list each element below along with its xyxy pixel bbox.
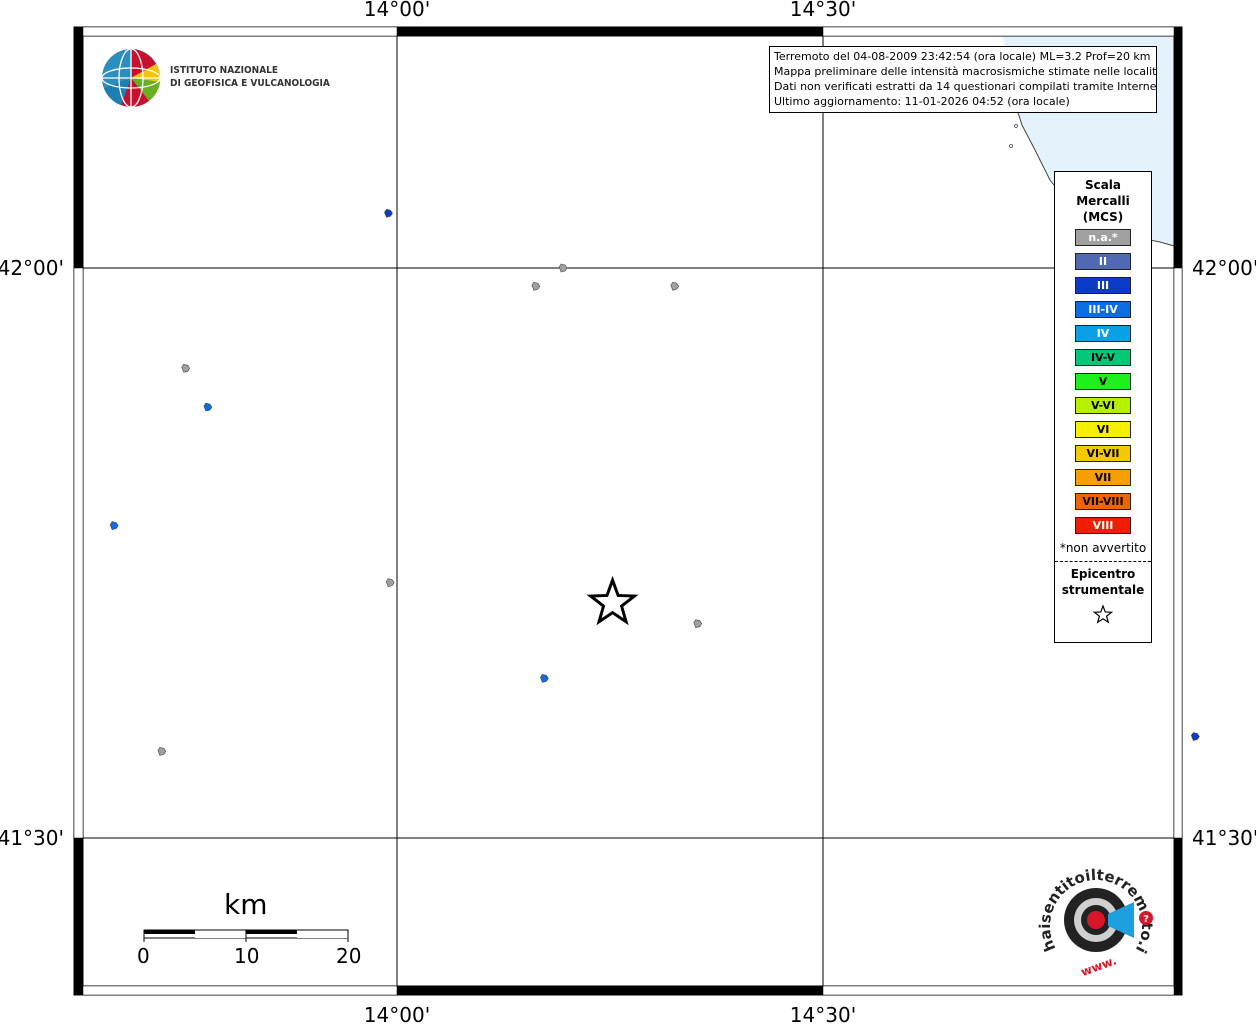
lat-tick-label-left: 41°30' xyxy=(0,826,64,850)
locality-marker xyxy=(670,281,680,291)
locality-marker xyxy=(558,263,568,273)
legend-swatch: III xyxy=(1075,277,1131,294)
lon-tick-label-top: 14°00' xyxy=(364,0,430,21)
legend-title-line: (MCS) xyxy=(1082,210,1124,224)
legend-title: Scala Mercalli (MCS) xyxy=(1055,177,1151,225)
event-info-box: Terremoto del 04-08-2009 23:42:54 (ora l… xyxy=(769,46,1157,113)
localities-layer xyxy=(109,208,1200,756)
scale-bar-label: 10 xyxy=(234,944,260,968)
lat-tick-label-right: 42°00' xyxy=(1192,256,1256,280)
locality-marker xyxy=(203,402,213,412)
locality-marker xyxy=(109,521,119,530)
legend-swatch: VI xyxy=(1075,421,1131,438)
epicentre-legend-line: Epicentro xyxy=(1070,567,1136,581)
epicentre-legend-title: Epicentro strumentale xyxy=(1055,566,1151,598)
svg-text:?: ? xyxy=(1143,914,1149,925)
scale-bar-label: 20 xyxy=(336,944,362,968)
legend-title-line: Mercalli xyxy=(1076,194,1130,208)
haisentitoilterremoto-logo: haisentitoilterremoto.it ? www. xyxy=(1030,858,1156,979)
legend-swatch: VII-VIII xyxy=(1075,493,1131,510)
scale-bar xyxy=(143,929,349,942)
event-info-line: Ultimo aggiornamento: 11-01-2026 04:52 (… xyxy=(774,95,1070,108)
scale-bar-title: km xyxy=(224,888,268,921)
legend-swatch: III-IV xyxy=(1075,301,1131,318)
legend-swatch: IV-V xyxy=(1075,349,1131,366)
graticule xyxy=(83,36,1174,986)
ingv-logo-text: ISTITUTO NAZIONALE DI GEOFISICA E VULCAN… xyxy=(170,64,330,90)
locality-marker xyxy=(531,281,541,291)
lon-tick-label-bottom: 14°30' xyxy=(790,1003,856,1024)
legend-swatch: n.a.* xyxy=(1075,229,1131,246)
ingv-logo-line: ISTITUTO NAZIONALE xyxy=(170,65,279,76)
mcs-legend: Scala Mercalli (MCS) n.a.* II III III-IV IV I… xyxy=(1054,171,1152,643)
map-frame xyxy=(73,26,1183,996)
legend-title-line: Scala xyxy=(1084,178,1122,192)
legend-separator xyxy=(1055,561,1151,562)
legend-swatch: VII xyxy=(1075,469,1131,486)
islet xyxy=(1009,144,1013,148)
legend-swatch: IV xyxy=(1075,325,1131,342)
locality-marker xyxy=(693,619,703,629)
locality-marker xyxy=(384,208,393,218)
locality-marker xyxy=(181,363,191,373)
epicentre-legend-line: strumentale xyxy=(1061,583,1145,597)
legend-note: *non avvertito xyxy=(1059,541,1147,555)
epicentre-legend-star-icon xyxy=(1055,604,1151,630)
lon-tick-label-bottom: 14°00' xyxy=(364,1003,430,1024)
epicentre-layer xyxy=(586,575,639,626)
ingv-logo-line: DI GEOFISICA E VULCANOLOGIA xyxy=(170,78,330,89)
scale-bar-label: 0 xyxy=(137,944,150,968)
locality-marker xyxy=(1190,732,1200,741)
legend-swatch: V xyxy=(1075,373,1131,390)
legend-swatches: n.a.* II III III-IV IV IV-V V V-VI VI VI-VII VII VI… xyxy=(1055,229,1151,534)
svg-text:www.: www. xyxy=(1079,953,1119,979)
legend-swatch: VIII xyxy=(1075,517,1131,534)
lat-tick-label-right: 41°30' xyxy=(1192,826,1256,850)
locality-marker xyxy=(540,674,549,683)
epicentre-star-icon xyxy=(586,575,639,626)
lat-tick-label-left: 42°00' xyxy=(0,256,64,280)
locality-marker xyxy=(157,747,167,756)
event-info-line: Dati non verificati estratti da 14 quest… xyxy=(774,80,1157,93)
event-info-line: Terremoto del 04-08-2009 23:42:54 (ora l… xyxy=(774,50,1151,63)
lon-tick-label-top: 14°30' xyxy=(790,0,856,21)
legend-swatch: II xyxy=(1075,253,1131,270)
legend-swatch: VI-VII xyxy=(1075,445,1131,462)
legend-swatch: V-VI xyxy=(1075,397,1131,414)
locality-marker xyxy=(385,578,395,587)
islet xyxy=(1014,124,1018,128)
event-info-line: Mappa preliminare delle intensità macros… xyxy=(774,65,1157,78)
